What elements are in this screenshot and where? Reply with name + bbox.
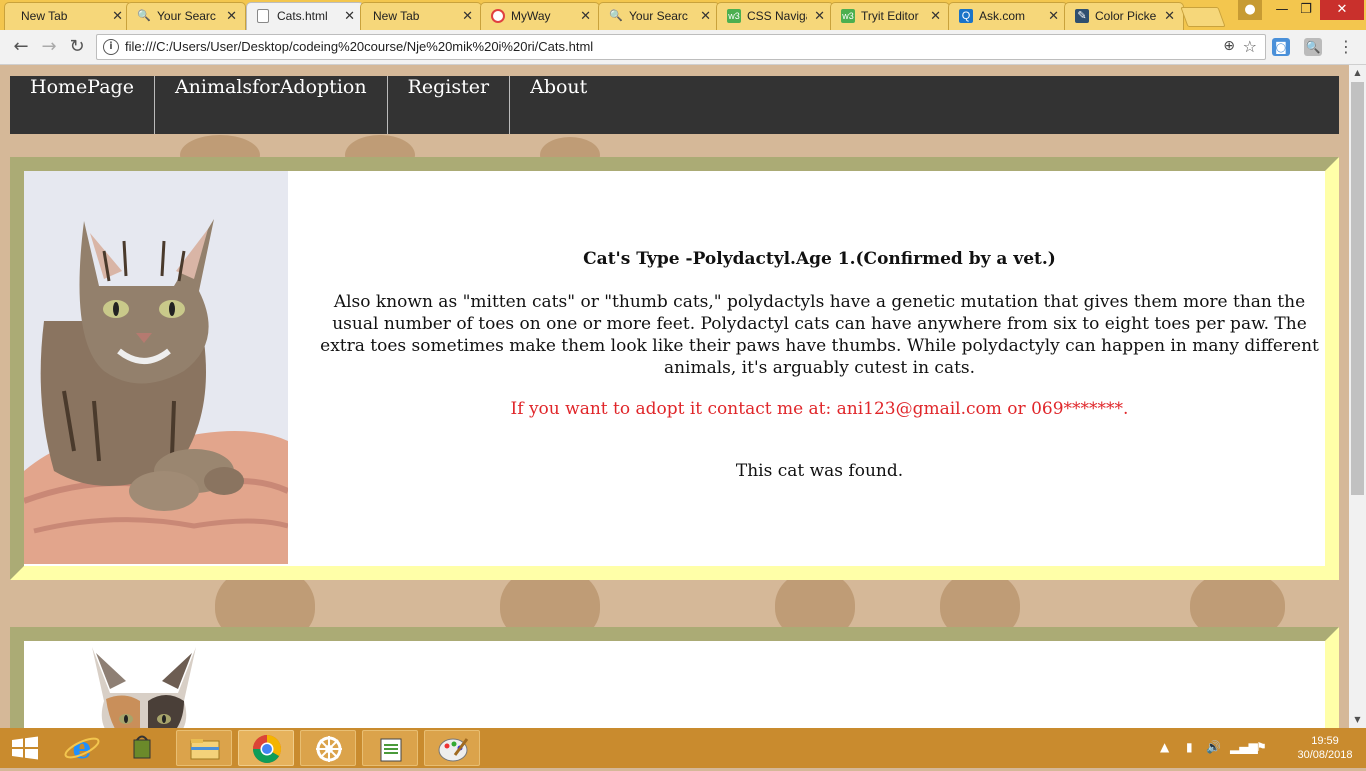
close-icon[interactable]: ✕ <box>1048 8 1059 24</box>
cat-status: This cat was found. <box>735 461 904 481</box>
tab-your-search-1[interactable]: 🔍 Your Searc ✕ <box>126 2 246 30</box>
window-close-icon[interactable]: ✕ <box>1320 0 1364 20</box>
close-icon[interactable]: ✕ <box>1164 8 1175 24</box>
calico-cat-illustration <box>84 641 204 728</box>
user-profile-icon[interactable]: ● <box>1238 0 1262 20</box>
tab-title: Your Searc <box>157 9 216 23</box>
scrollbar-thumb[interactable] <box>1351 82 1364 495</box>
color-picker-icon: ✎ <box>1075 9 1089 23</box>
tab-title: Tryit Editor <box>861 9 919 23</box>
browser-toolbar: ← → ↻ i file:///C:/Users/User/Desktop/co… <box>0 30 1366 65</box>
cat-description: Also known as "mitten cats" or "thumb ca… <box>320 292 1319 378</box>
notepad-icon[interactable] <box>362 730 418 766</box>
tab-your-search-2[interactable]: 🔍 Your Searc ✕ <box>598 2 720 30</box>
windows-taskbar: e ▲ ▮ 🔊 ▂▄▆ ⚑ 19:59 30/08/2018 <box>0 728 1366 768</box>
site-navigation: HomePage AnimalsforAdoption Register Abo… <box>10 76 1339 134</box>
system-clock[interactable]: 19:59 30/08/2018 <box>1290 734 1360 762</box>
chrome-icon[interactable] <box>238 730 294 766</box>
file-explorer-icon[interactable] <box>176 730 232 766</box>
network-signal-icon[interactable]: ▂▄▆ <box>1230 740 1258 754</box>
close-icon[interactable]: ✕ <box>580 8 591 24</box>
tab-tryit-editor[interactable]: w3 Tryit Editor ✕ <box>830 2 950 30</box>
cat-card <box>10 627 1339 728</box>
tab-title: Cats.html <box>277 9 328 23</box>
close-icon[interactable]: ✕ <box>700 8 711 24</box>
nav-link-register[interactable]: Register <box>388 76 511 134</box>
tabby-cat-illustration <box>24 171 288 564</box>
nav-link-about[interactable]: About <box>510 76 607 134</box>
adoption-contact: If you want to adopt it contact me at: a… <box>510 399 1129 419</box>
tab-title: Color Picke <box>1095 9 1157 23</box>
tab-new-tab-2[interactable]: New Tab ✕ <box>360 2 482 30</box>
store-bag-icon[interactable] <box>114 730 170 766</box>
page-viewport: HomePage AnimalsforAdoption Register Abo… <box>0 65 1349 728</box>
nav-link-animals-for-adoption[interactable]: AnimalsforAdoption <box>155 76 388 134</box>
extension-icon[interactable]: ◙ <box>1272 38 1290 56</box>
tab-title: Your Searc <box>629 9 688 23</box>
forward-arrow-icon[interactable]: → <box>38 36 60 58</box>
cat-heading: Cat's Type -Polydactyl.Age 1.(Confirmed … <box>583 249 1056 269</box>
volume-icon[interactable]: 🔊 <box>1206 740 1221 754</box>
document-icon <box>257 9 269 23</box>
show-hidden-icons-icon[interactable]: ▲ <box>1160 740 1169 754</box>
close-icon[interactable]: ✕ <box>226 8 237 24</box>
address-url[interactable]: file:///C:/Users/User/Desktop/codeing%20… <box>125 39 593 54</box>
close-icon[interactable]: ✕ <box>112 8 123 24</box>
w3schools-icon: w3 <box>727 9 741 23</box>
bookmark-star-icon[interactable]: ☆ <box>1243 37 1257 56</box>
close-icon[interactable]: ✕ <box>462 8 473 24</box>
tab-css-navigation[interactable]: w3 CSS Naviga ✕ <box>716 2 834 30</box>
close-icon[interactable]: ✕ <box>930 8 941 24</box>
address-bar[interactable]: i file:///C:/Users/User/Desktop/codeing%… <box>96 34 1266 60</box>
tab-title: New Tab <box>373 9 420 23</box>
search-extension-icon[interactable]: 🔍 <box>1304 38 1322 56</box>
search-icon: 🔍 <box>609 10 623 22</box>
tab-title: MyWay <box>511 9 551 23</box>
tab-title: Ask.com <box>979 9 1026 23</box>
clock-time: 19:59 <box>1311 735 1339 747</box>
tab-new-tab-1[interactable]: New Tab ✕ <box>4 2 132 30</box>
cat-info: Cat's Type -Polydactyl.Age 1.(Confirmed … <box>314 171 1325 481</box>
tab-cats-html[interactable]: Cats.html ✕ <box>246 2 364 30</box>
kebab-menu-icon[interactable]: ⋮ <box>1338 37 1354 56</box>
action-center-flag-icon[interactable]: ⚑ <box>1256 740 1267 754</box>
cat-card: Cat's Type -Polydactyl.Age 1.(Confirmed … <box>10 157 1339 580</box>
reload-icon[interactable]: ↻ <box>66 36 88 58</box>
info-icon[interactable]: i <box>103 39 119 55</box>
scroll-up-arrow-icon[interactable]: ▲ <box>1349 65 1366 81</box>
w3schools-icon: w3 <box>841 9 855 23</box>
vertical-scrollbar[interactable]: ▲ ▼ <box>1349 65 1366 728</box>
svg-text:e: e <box>72 731 91 766</box>
battery-icon[interactable]: ▮ <box>1186 740 1193 754</box>
tab-title: CSS Naviga <box>747 9 807 23</box>
tab-title: New Tab <box>21 9 68 23</box>
zoom-icon[interactable]: ⊕ <box>1223 38 1235 54</box>
restore-icon[interactable]: ❐ <box>1292 0 1320 20</box>
cat-photo <box>84 641 204 728</box>
back-arrow-icon[interactable]: ← <box>10 36 32 58</box>
tab-ask-com[interactable]: Q Ask.com ✕ <box>948 2 1068 30</box>
close-icon[interactable]: ✕ <box>814 8 825 24</box>
search-icon: 🔍 <box>137 10 151 22</box>
new-tab-button[interactable] <box>1180 7 1226 27</box>
browser-tab-strip: New Tab ✕ 🔍 Your Searc ✕ Cats.html ✕ New… <box>0 0 1366 30</box>
tab-color-picker[interactable]: ✎ Color Picke ✕ <box>1064 2 1184 30</box>
internet-explorer-icon[interactable]: e <box>54 730 110 766</box>
start-icon[interactable] <box>0 730 50 766</box>
close-icon[interactable]: ✕ <box>344 8 355 24</box>
paint-icon[interactable] <box>424 730 480 766</box>
clock-date: 30/08/2018 <box>1297 749 1353 761</box>
cat-photo <box>24 171 288 564</box>
nav-link-homepage[interactable]: HomePage <box>10 76 155 134</box>
myway-icon <box>491 9 505 23</box>
scroll-down-arrow-icon[interactable]: ▼ <box>1349 712 1366 728</box>
settings-wheel-icon[interactable] <box>300 730 356 766</box>
ask-icon: Q <box>959 9 973 23</box>
tab-myway[interactable]: MyWay ✕ <box>480 2 600 30</box>
